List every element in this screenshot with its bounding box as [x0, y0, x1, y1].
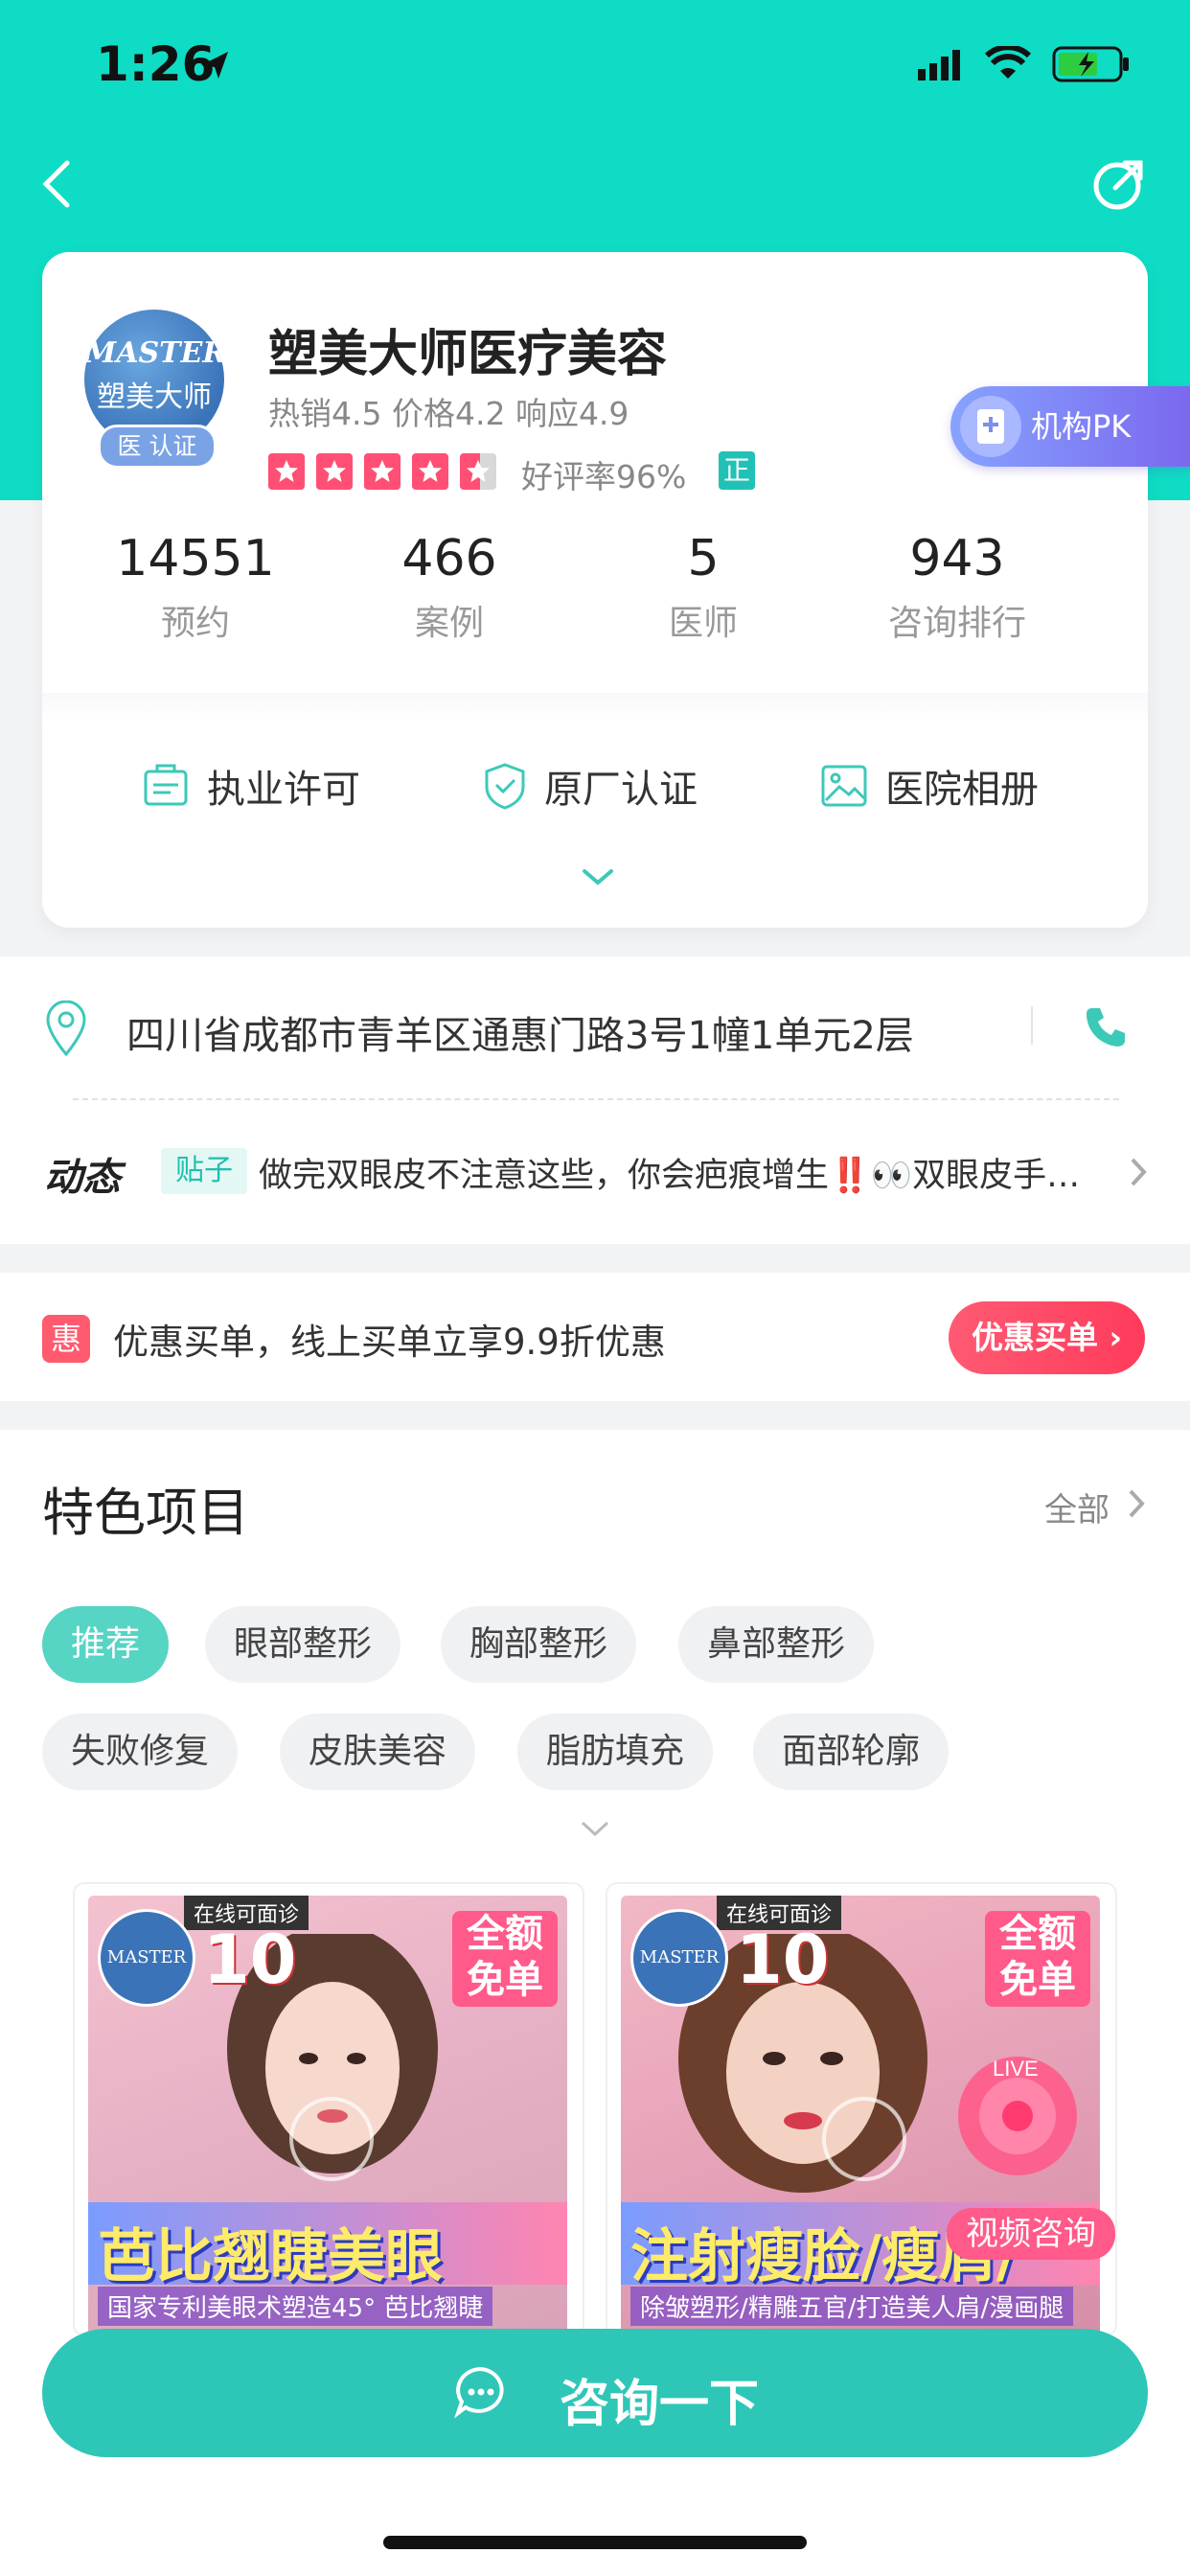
chip-eye[interactable]: 眼部整形 — [205, 1606, 401, 1683]
feature-label: 医院相册 — [885, 768, 1039, 812]
stat-value: 466 — [401, 530, 497, 587]
dynamics-logo: 动态 — [44, 1156, 121, 1200]
card-divider — [42, 693, 1148, 722]
clinic-address[interactable]: 四川省成都市青羊区通惠门路3号1幢1单元2层 — [126, 1004, 914, 1060]
stat-cases[interactable]: 466 案例 — [325, 530, 574, 645]
chip-repair[interactable]: 失败修复 — [42, 1714, 239, 1790]
star-icon — [316, 453, 353, 490]
clinic-scores: 热销4.5 价格4.2 响应4.9 — [268, 395, 629, 432]
stat-label: 案例 — [414, 604, 484, 643]
feature-label: 原厂认证 — [544, 768, 698, 812]
product-number: 10 — [203, 1920, 297, 1999]
home-indicator[interactable] — [383, 2536, 807, 2549]
product-title: 芭比翘睫美眼 — [98, 2223, 443, 2290]
play-icon[interactable] — [289, 2097, 374, 2181]
product-logo: MASTER — [630, 1909, 728, 2007]
live-icon[interactable]: LIVE — [950, 2047, 1113, 2200]
stat-label: 咨询排行 — [887, 604, 1026, 643]
stat-value: 943 — [909, 530, 1005, 587]
product-image: 在线可面诊 MASTER 10 全额 免单 芭比翘睫美眼 国家专利美眼术塑造45… — [88, 1896, 567, 2334]
chevron-right-icon[interactable] — [1125, 1487, 1148, 1520]
pk-label: 机构PK — [1031, 408, 1132, 445]
institution-pk-button[interactable]: 机构PK — [950, 386, 1190, 467]
post-tag: 贴子 — [161, 1148, 247, 1194]
featured-title: 特色项目 — [42, 1483, 249, 1543]
feature-album[interactable]: 医院相册 — [820, 758, 1039, 814]
free-order-tag: 全额 免单 — [452, 1911, 558, 2007]
discount-pay-button[interactable]: 优惠买单 › — [949, 1301, 1145, 1374]
clinic-name: 塑美大师医疗美容 — [268, 326, 668, 383]
chip-skin[interactable]: 皮肤美容 — [280, 1714, 476, 1790]
chevron-down-icon[interactable] — [579, 1819, 611, 1838]
location-arrow-icon — [201, 52, 228, 79]
address-section — [0, 956, 1190, 1244]
chip-nose[interactable]: 鼻部整形 — [678, 1606, 875, 1683]
certified-badge: 医 认证 — [98, 425, 217, 469]
product-subtitle: 除皱塑形/精雕五官/打造美人肩/漫画腿 — [630, 2287, 1074, 2326]
location-pin-icon — [46, 1000, 86, 1057]
star-icon — [364, 453, 400, 490]
phone-icon[interactable] — [1083, 1004, 1127, 1048]
tag-line: 全额 — [999, 1912, 1076, 1956]
genuine-badge: 正 — [719, 451, 755, 490]
play-icon[interactable] — [822, 2097, 906, 2181]
chevron-right-icon[interactable] — [1127, 1156, 1150, 1188]
product-number: 10 — [736, 1920, 830, 1999]
chip-fat-fill[interactable]: 脂肪填充 — [517, 1714, 714, 1790]
product-subtitle: 国家专利美眼术塑造45° 芭比翘睫 — [98, 2287, 493, 2326]
chip-recommended[interactable]: 推荐 — [42, 1606, 170, 1683]
stat-doctors[interactable]: 5 医师 — [579, 530, 828, 645]
stat-value: 14551 — [116, 530, 275, 587]
shield-check-icon — [485, 763, 525, 810]
stat-consult-rank[interactable]: 943 咨询排行 — [833, 530, 1082, 645]
stat-appointments[interactable]: 14551 预约 — [71, 530, 320, 645]
status-bar: 1:26 — [0, 0, 1190, 134]
tag-line: 免单 — [467, 1958, 543, 2002]
half-star-icon — [460, 453, 496, 490]
stat-value: 5 — [687, 530, 720, 587]
promo-text: 优惠买单，线上买单立享9.9折优惠 — [113, 1322, 666, 1363]
stat-label: 预约 — [160, 604, 230, 643]
chip-breast[interactable]: 胸部整形 — [441, 1606, 637, 1683]
free-order-tag: 全额 免单 — [985, 1911, 1090, 2007]
back-arrow-icon[interactable] — [38, 159, 77, 209]
logo-text: MASTER — [84, 336, 224, 370]
logo-text-cn: 塑美大师 — [97, 380, 212, 414]
feature-factory-cert[interactable]: 原厂认证 — [483, 758, 698, 814]
video-consult-button[interactable]: 视频咨询 — [947, 2208, 1115, 2260]
discount-badge: 惠 — [42, 1315, 90, 1363]
live-text: LIVE — [993, 2057, 1039, 2081]
product-card[interactable]: 在线可面诊 MASTER 10 全额 免单 芭比翘睫美眼 国家专利美眼术塑造45… — [73, 1882, 584, 2336]
divider — [1031, 1006, 1033, 1045]
chat-bubble-icon — [454, 2366, 504, 2419]
wifi-icon — [985, 46, 1031, 79]
pk-icon — [960, 396, 1021, 457]
star-icon — [268, 453, 305, 490]
product-logo: MASTER — [98, 1909, 195, 2007]
consult-label: 咨询一下 — [560, 2376, 760, 2433]
see-all-link[interactable]: 全部 — [1044, 1484, 1110, 1530]
latest-post[interactable]: 做完双眼皮不注意这些，你会疤痕增生‼️👀双眼皮手… — [259, 1148, 1102, 1197]
tag-line: 免单 — [999, 1958, 1076, 2002]
chip-face-contour[interactable]: 面部轮廓 — [753, 1714, 950, 1790]
feature-license[interactable]: 执业许可 — [142, 758, 360, 814]
consult-button[interactable]: 咨询一下 — [42, 2329, 1148, 2457]
star-rating — [268, 453, 496, 490]
photo-album-icon — [821, 765, 867, 807]
tag-line: 全额 — [467, 1912, 543, 1956]
star-icon — [412, 453, 448, 490]
signal-icon — [918, 50, 960, 80]
clinic-card: MASTER 塑美大师 医 认证 塑美大师医疗美容 热销4.5 价格4.2 响应… — [42, 252, 1148, 928]
chevron-down-icon[interactable] — [579, 865, 617, 888]
dashed-divider — [73, 1098, 1119, 1100]
stat-label: 医师 — [668, 604, 738, 643]
license-icon — [144, 764, 188, 806]
positive-rating: 好评率96% — [521, 458, 687, 495]
feature-label: 执业许可 — [207, 768, 360, 812]
battery-icon — [1052, 46, 1129, 82]
share-icon[interactable] — [1092, 157, 1146, 211]
